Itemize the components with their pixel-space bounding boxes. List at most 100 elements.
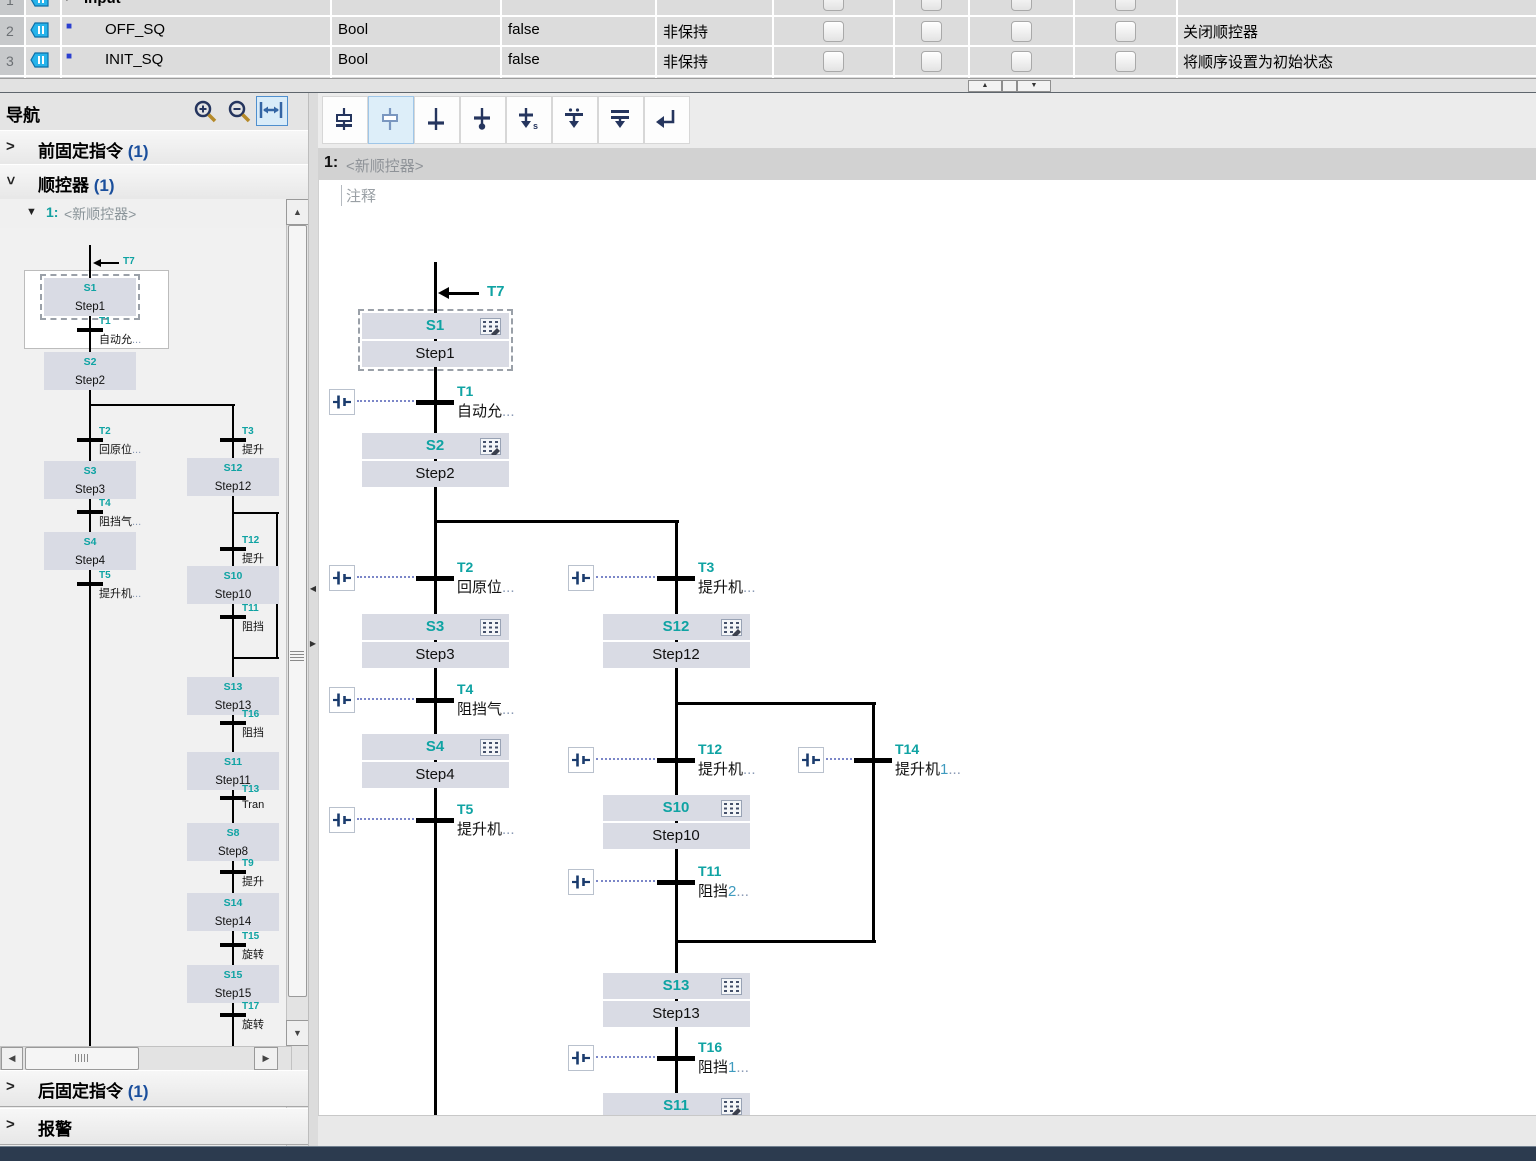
expand-right-icon[interactable]: ▶ [309, 638, 317, 650]
sequence-overview-minimap[interactable]: T7S1Step1S2Step2S3Step3S4Step4S12Step12S… [0, 228, 286, 1046]
comment-placeholder[interactable]: 注释 [341, 185, 376, 206]
nav-section-sequencer[interactable]: > 顺控器 (1) [0, 164, 308, 201]
step-actions-icon[interactable] [721, 800, 742, 822]
variable-checkbox[interactable] [1115, 0, 1136, 11]
transition-contact-icon[interactable] [568, 869, 594, 895]
variable-type[interactable]: Bool [338, 51, 368, 68]
step-actions-icon[interactable] [721, 978, 742, 1000]
step-S4[interactable]: S4Step4 [362, 734, 509, 788]
transition-bar-T12[interactable] [657, 758, 695, 763]
transition-contact-icon[interactable] [329, 565, 355, 591]
step-name-row: Step15 [187, 984, 279, 1003]
transition-bar-T4[interactable] [416, 698, 454, 703]
toolbar-button-insert-step[interactable] [368, 96, 414, 144]
variable-checkbox[interactable] [921, 0, 942, 11]
variable-default-value[interactable]: false [508, 21, 540, 38]
variable-name[interactable]: Input [84, 0, 121, 7]
zoom-out-icon[interactable] [227, 99, 253, 130]
variable-checkbox[interactable] [823, 51, 844, 72]
step-S3[interactable]: S3Step3 [44, 461, 136, 499]
nav-section-post-instructions[interactable]: > 后固定指令 (1) [0, 1070, 308, 1107]
toolbar-button-open-alternative-branch[interactable] [552, 96, 598, 144]
step-actions-icon[interactable] [480, 619, 501, 641]
transition-bar-T11[interactable] [657, 880, 695, 885]
transition-bar-T14[interactable] [854, 758, 892, 763]
step-S15[interactable]: S15Step15 [187, 965, 279, 1003]
tree-expand-icon[interactable]: ▼ [26, 206, 37, 218]
step-actions-edit-icon[interactable] [721, 619, 742, 641]
table-scroll-box[interactable] [1002, 80, 1017, 92]
step-S8[interactable]: S8Step8 [187, 823, 279, 861]
step-S2[interactable]: S2Step2 [362, 433, 509, 487]
nav-vscroll-thumb[interactable] [288, 225, 307, 997]
variable-checkbox[interactable] [1011, 51, 1032, 72]
step-S13[interactable]: S13Step13 [187, 677, 279, 715]
step-actions-icon[interactable] [480, 739, 501, 761]
variable-name[interactable]: INIT_SQ [105, 51, 163, 68]
transition-bar-T1[interactable] [416, 400, 454, 405]
transition-bar-T3[interactable] [657, 576, 695, 581]
table-scroll-up-button[interactable]: ▲ [968, 80, 1002, 92]
toolbar-button-insert-step-and-transition[interactable] [322, 96, 368, 144]
step-S12[interactable]: S12Step12 [603, 614, 750, 668]
step-S11[interactable]: S11Step11 [603, 1093, 750, 1115]
variable-checkbox[interactable] [1115, 21, 1136, 42]
zoom-in-icon[interactable] [193, 99, 219, 130]
variable-checkbox[interactable] [823, 0, 844, 11]
variable-checkbox[interactable] [1011, 0, 1032, 11]
scroll-left-button[interactable]: ◀ [1, 1047, 23, 1070]
transition-condition-text: 自动允... [99, 331, 141, 347]
column-separator [60, 0, 62, 78]
transition-bar-T5[interactable] [416, 818, 454, 823]
step-S2[interactable]: S2Step2 [44, 352, 136, 390]
scroll-down-button[interactable]: ▼ [286, 1020, 309, 1046]
toolbar-button-insert-jump-to-step[interactable]: s [506, 96, 552, 144]
variable-retain[interactable]: 非保持 [663, 21, 708, 42]
step-S10[interactable]: S10Step10 [603, 795, 750, 849]
variable-checkbox[interactable] [823, 21, 844, 42]
toolbar-button-insert-sequence-end[interactable] [460, 96, 506, 144]
transition-bar-T16[interactable] [657, 1056, 695, 1061]
step-S13[interactable]: S13Step13 [603, 973, 750, 1027]
table-scroll-down-button[interactable]: ▼ [1017, 80, 1051, 92]
nav-hscroll-thumb[interactable] [25, 1047, 139, 1070]
transition-contact-icon[interactable] [329, 389, 355, 415]
variable-checkbox[interactable] [921, 21, 942, 42]
variable-checkbox[interactable] [1115, 51, 1136, 72]
step-actions-edit-icon[interactable] [480, 438, 501, 460]
nav-section-alarms[interactable]: > 报警 [0, 1108, 308, 1145]
scroll-up-button[interactable]: ▲ [286, 199, 309, 225]
step-S3[interactable]: S3Step3 [362, 614, 509, 668]
variable-checkbox[interactable] [921, 51, 942, 72]
step-S11[interactable]: S11Step11 [187, 752, 279, 790]
sfc-chart-canvas[interactable]: 注释 T7S1Step1S2Step2S3Step3S4Step4S12Step… [318, 180, 1536, 1115]
scroll-right-button[interactable]: ▶ [254, 1047, 278, 1070]
transition-contact-icon[interactable] [329, 687, 355, 713]
variable-type[interactable]: Bool [338, 21, 368, 38]
variable-name[interactable]: OFF_SQ [105, 21, 165, 38]
transition-contact-icon[interactable] [798, 747, 824, 773]
fit-width-icon[interactable] [256, 96, 288, 126]
transition-contact-icon[interactable] [329, 807, 355, 833]
toolbar-button-close-branch[interactable] [644, 96, 690, 144]
variable-retain[interactable]: 非保持 [663, 51, 708, 72]
variable-default-value[interactable]: false [508, 51, 540, 68]
tree-item-sequencer[interactable]: ▼ 1: <新顺控器> [0, 199, 286, 229]
transition-id: T4 [457, 681, 473, 697]
expand-triangle-icon[interactable]: ▼ [62, 0, 72, 4]
step-S10[interactable]: S10Step10 [187, 566, 279, 604]
collapse-left-icon[interactable]: ◀ [309, 583, 317, 595]
transition-bar-T2[interactable] [416, 576, 454, 581]
nav-section-pre-instructions[interactable]: > 前固定指令 (1) [0, 130, 308, 167]
step-actions-edit-icon[interactable] [721, 1098, 742, 1116]
step-S12[interactable]: S12Step12 [187, 458, 279, 496]
toolbar-button-insert-transition[interactable] [414, 96, 460, 144]
transition-contact-icon[interactable] [568, 747, 594, 773]
transition-contact-icon[interactable] [568, 565, 594, 591]
step-S14[interactable]: S14Step14 [187, 893, 279, 931]
variable-checkbox[interactable] [1011, 21, 1032, 42]
transition-contact-icon[interactable] [568, 1045, 594, 1071]
step-name: Step15 [215, 988, 251, 1000]
toolbar-button-open-simultaneous-branch[interactable] [598, 96, 644, 144]
step-S4[interactable]: S4Step4 [44, 532, 136, 570]
